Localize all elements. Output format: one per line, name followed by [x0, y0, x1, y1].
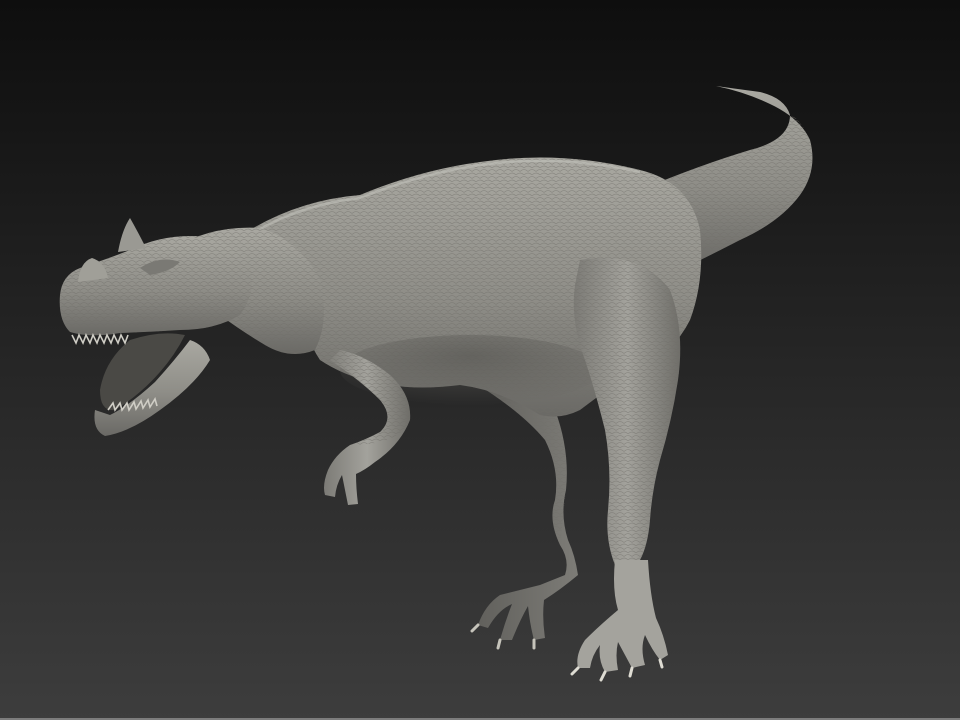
render-viewport[interactable] — [0, 0, 960, 720]
viewport-canvas — [0, 0, 960, 720]
